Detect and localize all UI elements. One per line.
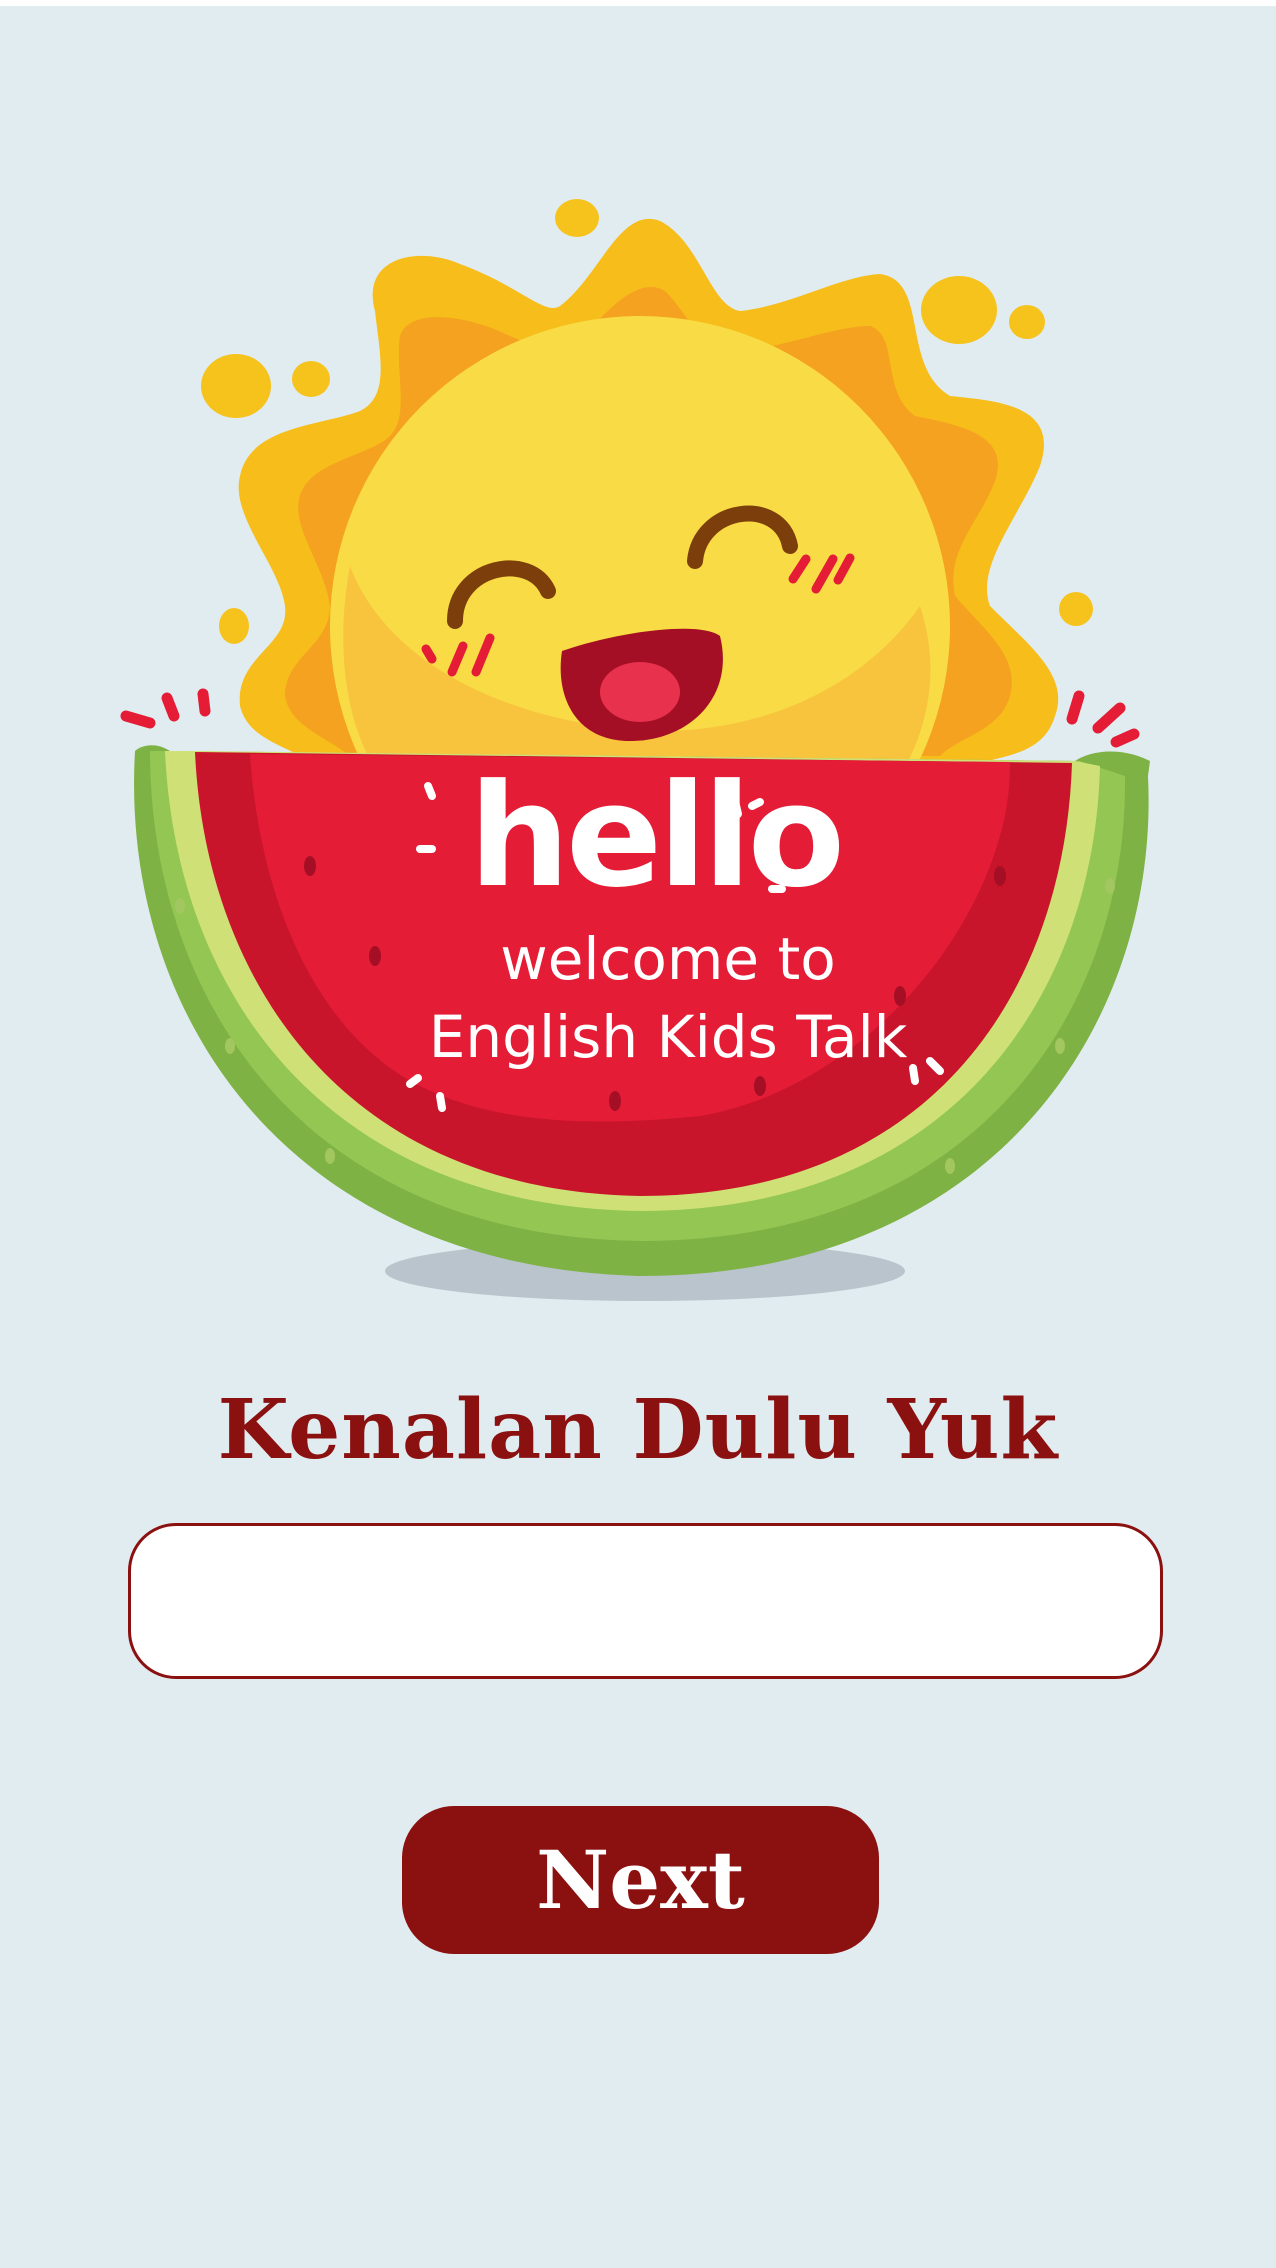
welcome-line: welcome to <box>500 925 836 993</box>
app-name-line: English Kids Talk <box>428 1003 908 1071</box>
page-title: Kenalan Dulu Yuk <box>217 1382 1059 1478</box>
next-button-label: Next <box>536 1833 745 1927</box>
sun-watermelon-illustration <box>120 199 1151 1301</box>
hello-greeting: hello <box>468 754 845 919</box>
name-input[interactable] <box>128 1523 1163 1679</box>
welcome-screen: hello welcome to English Kids Talk Kenal… <box>0 6 1276 2268</box>
next-button[interactable]: Next <box>402 1806 879 1954</box>
